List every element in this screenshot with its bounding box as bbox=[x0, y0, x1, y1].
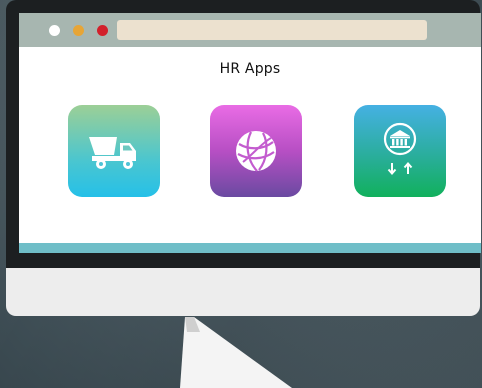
address-bar[interactable] bbox=[117, 20, 427, 40]
app-tile-globe[interactable] bbox=[210, 105, 302, 197]
bank-transfer-icon bbox=[383, 122, 417, 176]
screen-bottom-bar bbox=[19, 243, 481, 253]
window-maximize-button[interactable] bbox=[97, 25, 108, 36]
monitor-chin bbox=[6, 268, 480, 316]
window-close-button[interactable] bbox=[49, 25, 60, 36]
globe-network-icon bbox=[236, 131, 276, 172]
dump-truck-icon bbox=[89, 137, 136, 169]
app-window: HR Apps bbox=[19, 13, 481, 253]
monitor: HR Apps bbox=[6, 0, 481, 268]
app-tile-bank[interactable] bbox=[354, 105, 446, 197]
window-titlebar bbox=[19, 13, 481, 47]
window-minimize-button[interactable] bbox=[73, 25, 84, 36]
app-tile-truck[interactable] bbox=[68, 105, 160, 197]
page-title: HR Apps bbox=[219, 61, 281, 77]
